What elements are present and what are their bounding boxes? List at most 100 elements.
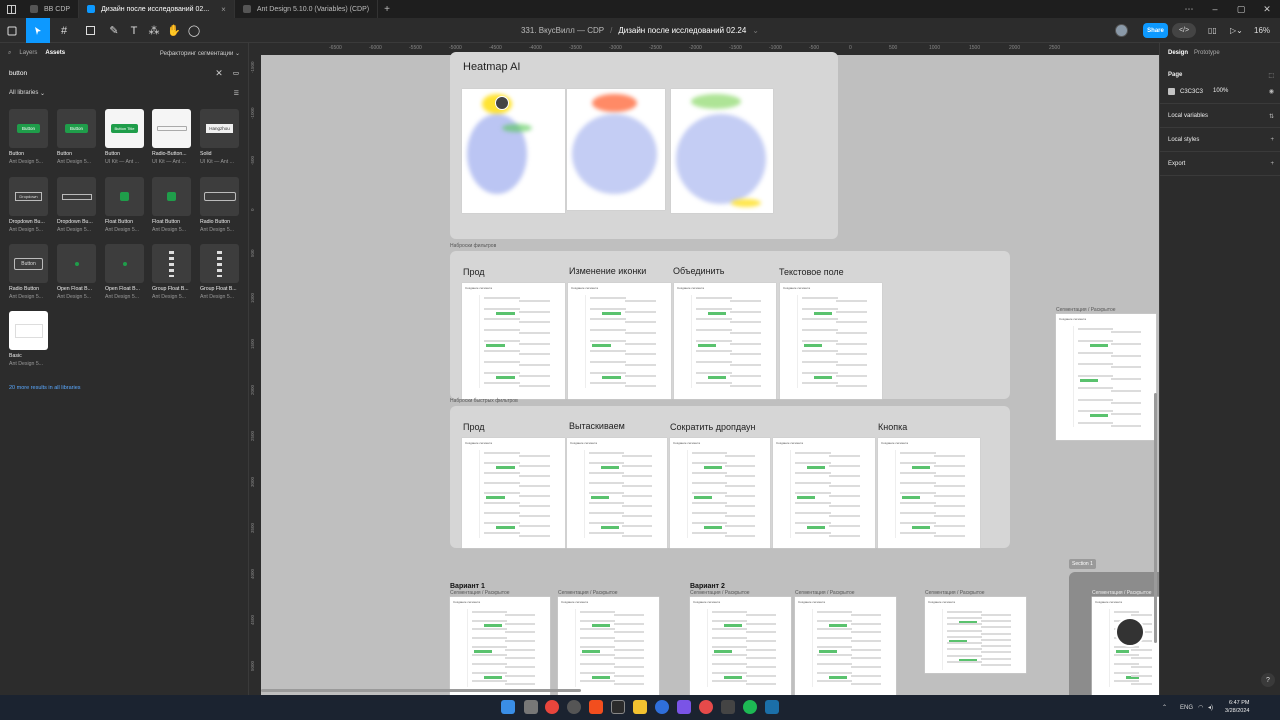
- page-color-row[interactable]: C3C3C3 100% ◉: [1168, 88, 1278, 95]
- asset-card[interactable]: Float Button Ant Design 5...: [152, 177, 192, 233]
- file-name[interactable]: Дизайн после исследований 02.24: [618, 26, 746, 35]
- close-icon[interactable]: ×: [221, 5, 226, 14]
- more-results-link[interactable]: 20 more results in all libraries: [9, 385, 81, 391]
- clock[interactable]: 6:47 PM 3/28/2024: [1225, 699, 1249, 715]
- terminal-icon[interactable]: [611, 700, 625, 714]
- screen-frame[interactable]: Создание сегмента: [690, 597, 791, 695]
- asset-card[interactable]: Group Float B... Ant Design 5...: [200, 244, 240, 300]
- clear-search-icon[interactable]: ✕: [215, 68, 223, 79]
- asset-card[interactable]: Group Float B... Ant Design 5...: [152, 244, 192, 300]
- play-icon[interactable]: ▷⌄: [1230, 18, 1243, 43]
- new-tab-icon[interactable]: +: [384, 4, 390, 15]
- asset-card[interactable]: Button Button Ant Design 5...: [57, 109, 97, 165]
- screen-frame[interactable]: Создание сегмента: [674, 283, 776, 399]
- zoom-level[interactable]: 16%: [1254, 18, 1270, 43]
- app-icon[interactable]: [677, 700, 691, 714]
- app-icon[interactable]: [721, 700, 735, 714]
- page-selector[interactable]: Рефакторинг сегментации ⌄: [160, 50, 240, 57]
- screen-frame[interactable]: Создание сегмента: [1056, 314, 1156, 440]
- screen-frame[interactable]: Создание сегмента: [878, 438, 980, 548]
- screen-frame[interactable]: Создание сегмента: [558, 597, 659, 695]
- search-icon[interactable]: ⌕: [8, 50, 11, 57]
- asset-card[interactable]: Dropdown Bu... Ant Design 5...: [57, 177, 97, 233]
- tab-ant-design[interactable]: Ant Design 5.10.0 (Variables) (CDP): [235, 0, 379, 18]
- start-icon[interactable]: [501, 700, 515, 714]
- tab-bb-cdp[interactable]: BB CDP: [22, 0, 80, 18]
- local-variables-row[interactable]: Local variables ⇅: [1168, 113, 1278, 120]
- figma-icon[interactable]: [589, 700, 603, 714]
- app-icon[interactable]: [567, 700, 581, 714]
- heatmap-frame[interactable]: [567, 89, 665, 210]
- screen-frame[interactable]: Создание сегмента: [780, 283, 882, 399]
- local-styles-row[interactable]: Local styles +: [1168, 137, 1278, 143]
- library-filter[interactable]: All libraries ⌄ ☰: [0, 83, 248, 103]
- chevron-down-icon[interactable]: ⌄: [752, 26, 759, 35]
- main-menu-icon[interactable]: [0, 18, 24, 43]
- tab-prototype[interactable]: Prototype: [1194, 50, 1220, 56]
- screen-frame[interactable]: Создание сегмента: [670, 438, 770, 548]
- language-indicator[interactable]: ENG: [1180, 695, 1193, 720]
- avatar[interactable]: [1115, 24, 1128, 37]
- heatmap-frame[interactable]: [462, 89, 565, 213]
- asset-card[interactable]: Dropdown Dropdown Bu... Ant Design 5...: [9, 177, 49, 233]
- page-opacity-value[interactable]: 100%: [1213, 88, 1228, 94]
- style-icon[interactable]: ⬚: [1268, 72, 1274, 79]
- color-swatch[interactable]: [1168, 88, 1175, 95]
- widgets-icon[interactable]: [524, 700, 538, 714]
- tab-assets[interactable]: Assets: [45, 50, 65, 56]
- export-row[interactable]: Export +: [1168, 161, 1278, 167]
- spotify-icon[interactable]: [743, 700, 757, 714]
- move-tool-icon[interactable]: [26, 18, 50, 43]
- search-input[interactable]: button ✕ ▭: [0, 63, 248, 83]
- wifi-icon[interactable]: ◠: [1198, 695, 1203, 720]
- page-color-value[interactable]: C3C3C3: [1180, 89, 1203, 95]
- folder-icon[interactable]: [633, 700, 647, 714]
- eye-icon[interactable]: ◉: [1269, 88, 1274, 95]
- tab-design-file[interactable]: Дизайн после исследований 02... ×: [79, 0, 235, 18]
- frame-tool-icon[interactable]: #: [52, 18, 76, 43]
- asset-card[interactable]: Button Title Button UI Kit — Ant ...: [105, 109, 145, 165]
- app-icon[interactable]: [655, 700, 669, 714]
- share-button[interactable]: Share: [1143, 23, 1168, 38]
- list-view-icon[interactable]: ☰: [234, 90, 239, 97]
- asset-card[interactable]: Button Button Ant Design 5...: [9, 109, 49, 165]
- screen-frame[interactable]: Создание сегмента: [795, 597, 896, 695]
- asset-card[interactable]: Hangzhou Solid UI Kit — Ant ...: [200, 109, 240, 165]
- add-icon[interactable]: +: [1270, 161, 1274, 167]
- heatmap-frame[interactable]: [671, 89, 773, 213]
- tab-design[interactable]: Design: [1168, 50, 1188, 56]
- variables-icon[interactable]: ⇅: [1269, 113, 1274, 120]
- chrome-icon[interactable]: [545, 700, 559, 714]
- asset-card[interactable]: Float Button Ant Design 5...: [105, 177, 145, 233]
- asset-card[interactable]: Radio-Button... UI Kit — Ant ...: [152, 109, 192, 165]
- close-window-icon[interactable]: ✕: [1254, 0, 1280, 18]
- section-badge[interactable]: Section 1: [1069, 559, 1096, 569]
- asset-card[interactable]: Button Radio Button Ant Design 5...: [9, 244, 49, 300]
- tab-layers[interactable]: Layers: [19, 50, 37, 56]
- steam-icon[interactable]: [765, 700, 779, 714]
- asset-card[interactable]: Open Float B... Ant Design 5...: [105, 244, 145, 300]
- comment-tool-icon[interactable]: ◯: [182, 18, 206, 43]
- app-icon[interactable]: [699, 700, 713, 714]
- home-icon[interactable]: [0, 0, 22, 18]
- design-canvas[interactable]: -6500 -6000 -5500 -5000 -4500 -4000 -3500 -3000…: [249, 43, 1159, 695]
- screen-frame[interactable]: Создание сегмента: [450, 597, 550, 695]
- project-name[interactable]: 331. ВкусВилл — CDP: [521, 26, 604, 35]
- library-icon[interactable]: ▯▯: [1208, 18, 1217, 43]
- horizontal-scrollbar[interactable]: [261, 689, 581, 692]
- more-icon[interactable]: ⋯: [1176, 0, 1202, 18]
- maximize-icon[interactable]: ▢: [1228, 0, 1254, 18]
- tray-arrow-icon[interactable]: ⌃: [1162, 695, 1167, 720]
- screen-frame[interactable]: Создание сегмента: [568, 283, 671, 399]
- screen-frame[interactable]: Создание сегмента: [773, 438, 875, 548]
- asset-card[interactable]: Open Float B... Ant Design 5...: [57, 244, 97, 300]
- volume-icon[interactable]: ◂): [1208, 695, 1213, 720]
- help-button[interactable]: ?: [1261, 673, 1275, 687]
- vertical-scrollbar[interactable]: [1154, 393, 1157, 643]
- screen-frame[interactable]: Создание сегмента: [567, 438, 667, 548]
- asset-card[interactable]: Radio Button Ant Design 5...: [200, 177, 240, 233]
- screen-frame[interactable]: Создание сегмента: [462, 438, 565, 548]
- screen-frame[interactable]: Создание сегмента: [925, 597, 1026, 673]
- screen-frame[interactable]: Создание сегмента: [462, 283, 565, 399]
- shape-tool-icon[interactable]: [78, 18, 102, 43]
